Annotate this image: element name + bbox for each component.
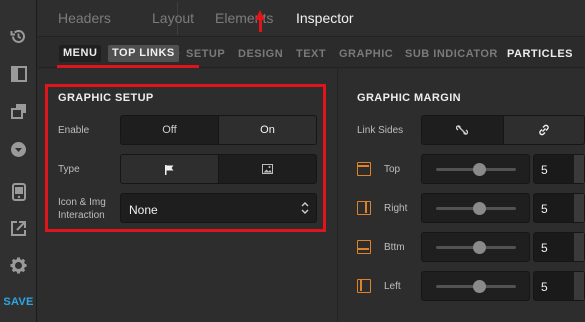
- tab-headers[interactable]: Headers: [58, 10, 111, 26]
- stepper[interactable]: [574, 272, 584, 300]
- interaction-select[interactable]: None: [120, 193, 317, 223]
- enable-label: Enable: [58, 125, 90, 136]
- unlink-option[interactable]: [422, 116, 503, 144]
- layers-icon[interactable]: [9, 101, 28, 120]
- margin-bottom-input[interactable]: 5: [533, 232, 585, 262]
- save-button[interactable]: SAVE: [0, 296, 37, 308]
- stepper[interactable]: [574, 194, 584, 222]
- highlight-underline: [57, 65, 199, 68]
- slider-handle[interactable]: [473, 163, 486, 176]
- interaction-select-value: None: [129, 203, 158, 217]
- margin-bottom-slider[interactable]: [421, 232, 530, 262]
- link-sides-toggle: [421, 115, 585, 145]
- margin-left-input[interactable]: 5: [533, 271, 585, 301]
- margin-right-value: 5: [541, 202, 548, 216]
- editor-root: SAVE Headers Layout Elements Inspector M…: [0, 0, 585, 322]
- margin-top-slider[interactable]: [421, 154, 530, 184]
- margin-top-value: 5: [541, 163, 548, 177]
- subtab-sub-indicator[interactable]: SUB INDICATOR: [405, 48, 498, 60]
- margin-bottom-icon: [357, 240, 371, 254]
- margin-top-input[interactable]: 5: [533, 154, 585, 184]
- slider-handle[interactable]: [473, 202, 486, 215]
- subtab-graphic[interactable]: GRAPHIC: [339, 48, 393, 60]
- tab-inspector[interactable]: Inspector: [296, 10, 354, 26]
- margin-left-slider[interactable]: [421, 271, 530, 301]
- slider-handle[interactable]: [473, 280, 486, 293]
- margin-right-input[interactable]: 5: [533, 193, 585, 223]
- image-icon: [262, 164, 273, 174]
- margin-right-icon: [357, 201, 371, 215]
- margin-bottom-label: Bttm: [384, 242, 405, 253]
- margin-bottom-value: 5: [541, 241, 548, 255]
- sub-tabs: MENU TOP LINKS SETUP DESIGN TEXT GRAPHIC…: [38, 38, 585, 68]
- unlink-icon: [456, 125, 469, 135]
- gear-icon[interactable]: [9, 256, 28, 275]
- subtab-menu[interactable]: MENU: [59, 45, 102, 62]
- history-icon[interactable]: [9, 27, 28, 46]
- mobile-icon[interactable]: [9, 182, 28, 201]
- subtab-setup[interactable]: SETUP: [186, 48, 225, 60]
- link-option[interactable]: [502, 116, 584, 144]
- margin-right-slider[interactable]: [421, 193, 530, 223]
- enable-on-option[interactable]: On: [218, 116, 316, 144]
- tab-layout[interactable]: Layout: [152, 10, 194, 26]
- breadcrumb-arrow: [174, 47, 180, 59]
- top-tabs: Headers Layout Elements Inspector: [38, 0, 585, 37]
- graphic-margin-title: GRAPHIC MARGIN: [357, 92, 461, 104]
- stepper[interactable]: [574, 233, 584, 261]
- highlight-arrow-head: [255, 10, 265, 20]
- stepper[interactable]: [574, 155, 584, 183]
- enable-toggle: Off On: [120, 115, 317, 145]
- graphic-setup-title: GRAPHIC SETUP: [58, 92, 154, 104]
- subtab-top-links[interactable]: TOP LINKS: [108, 45, 179, 62]
- subtab-text[interactable]: TEXT: [296, 48, 326, 60]
- slider-handle[interactable]: [473, 241, 486, 254]
- margin-top-icon: [357, 162, 371, 176]
- link-sides-label: Link Sides: [357, 125, 404, 136]
- type-icon-option[interactable]: [121, 155, 218, 183]
- export-icon[interactable]: [9, 219, 28, 238]
- interaction-label-line1: Icon & Img: [58, 197, 106, 208]
- margin-left-value: 5: [541, 280, 548, 294]
- type-label: Type: [58, 164, 80, 175]
- type-image-option[interactable]: [218, 155, 316, 183]
- interaction-label-line2: Interaction: [58, 210, 105, 221]
- down-circle-icon[interactable]: [9, 140, 28, 159]
- subtab-design[interactable]: DESIGN: [238, 48, 283, 60]
- updown-chevron-icon: [301, 201, 309, 220]
- subtab-particles[interactable]: PARTICLES: [507, 48, 573, 60]
- type-toggle: [120, 154, 317, 184]
- margin-right-label: Right: [384, 203, 408, 214]
- panel-icon[interactable]: [9, 64, 28, 83]
- enable-off-option[interactable]: Off: [121, 116, 218, 144]
- margin-left-label: Left: [384, 281, 401, 292]
- left-toolbar: SAVE: [0, 0, 37, 322]
- flag-icon: [165, 164, 174, 175]
- margin-top-label: Top: [384, 164, 401, 175]
- link-icon: [539, 124, 549, 136]
- margin-left-icon: [357, 279, 371, 293]
